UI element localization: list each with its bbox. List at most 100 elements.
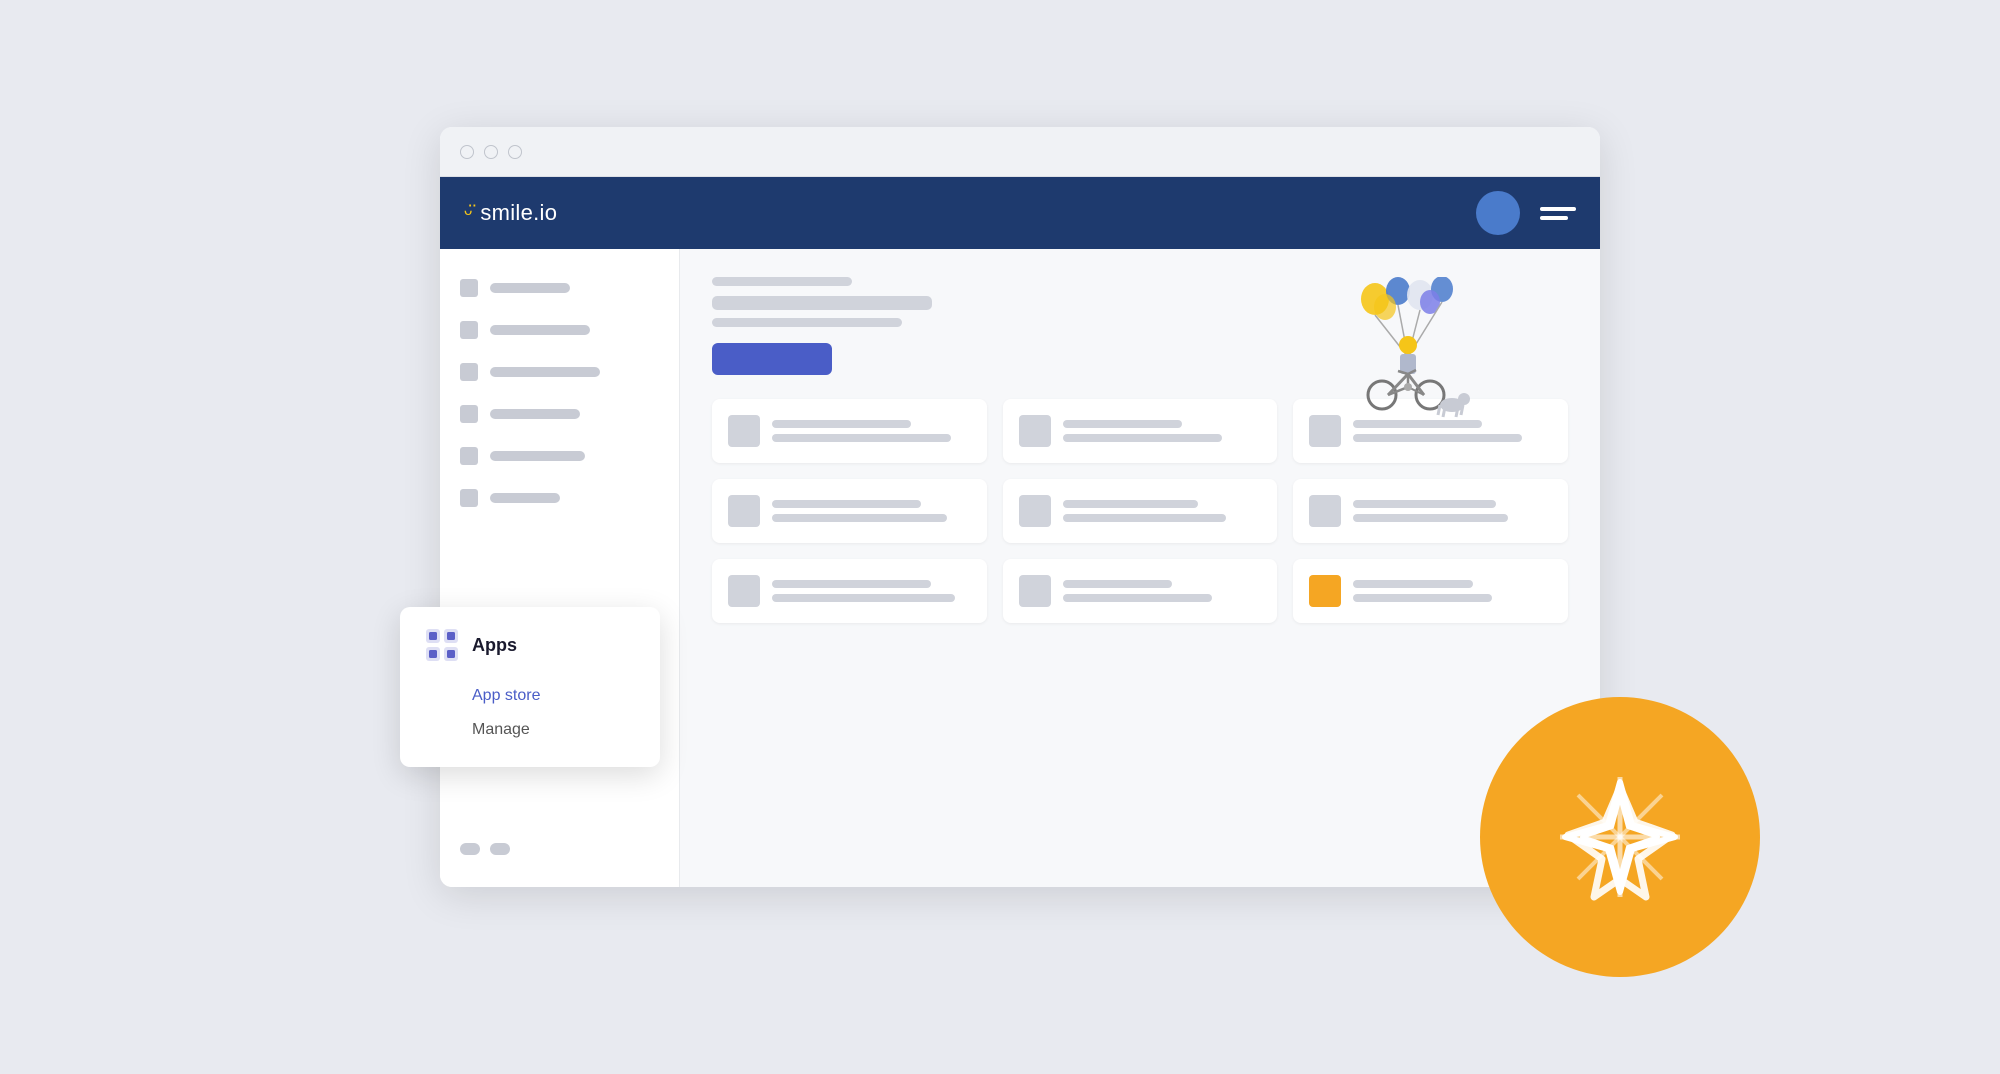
- star-icon: [1550, 767, 1690, 907]
- card-row: [1019, 495, 1262, 527]
- card-line-1: [1063, 420, 1182, 428]
- logo-text: smile.io: [480, 200, 557, 226]
- card-icon: [728, 495, 760, 527]
- card-row: [1019, 575, 1262, 607]
- apps-dropdown: Apps App store Manage: [400, 607, 660, 767]
- card-line-2: [1063, 434, 1222, 442]
- card-line-2: [1063, 594, 1212, 602]
- app-card[interactable]: [1293, 559, 1568, 623]
- card-text: [1063, 500, 1262, 522]
- app-card[interactable]: [1003, 479, 1278, 543]
- card-text: [1063, 420, 1262, 442]
- browser-dot-maximize: [508, 145, 522, 159]
- card-text: [772, 580, 971, 602]
- card-line-2: [772, 594, 955, 602]
- browser-window: ᵕ̈ smile.io: [440, 127, 1600, 887]
- card-line-2: [772, 514, 947, 522]
- browser-chrome: [440, 127, 1600, 177]
- sidebar-item[interactable]: [456, 441, 663, 471]
- menu-line-1: [1540, 207, 1576, 211]
- card-line-2: [1353, 434, 1522, 442]
- sidebar-item-text: [490, 367, 600, 377]
- card-row: [1019, 415, 1262, 447]
- card-line-1: [772, 580, 931, 588]
- card-row: [728, 575, 971, 607]
- card-line-2: [772, 434, 951, 442]
- sidebar-bottom-item: [490, 843, 510, 855]
- card-line-2: [1353, 514, 1508, 522]
- heading-line-2: [712, 296, 932, 310]
- card-line-2: [1063, 514, 1226, 522]
- sidebar-icon: [460, 405, 478, 423]
- cards-grid: [712, 399, 1568, 623]
- card-line-1: [772, 500, 921, 508]
- sidebar-bottom-item: [460, 843, 480, 855]
- dropdown-item-appstore[interactable]: App store: [424, 679, 636, 713]
- app-card[interactable]: [1293, 479, 1568, 543]
- card-row: [728, 415, 971, 447]
- logo-icon: ᵕ̈: [464, 202, 472, 224]
- browser-dot-close: [460, 145, 474, 159]
- scene: ᵕ̈ smile.io: [300, 127, 1700, 947]
- sidebar-icon: [460, 489, 478, 507]
- sidebar-item[interactable]: [456, 357, 663, 387]
- card-line-2: [1353, 594, 1492, 602]
- sidebar-bottom: [456, 835, 663, 863]
- dropdown-item-manage[interactable]: Manage: [424, 713, 636, 747]
- sidebar-item-text: [490, 451, 585, 461]
- card-icon: [1309, 495, 1341, 527]
- apps-icon: [424, 627, 460, 663]
- heading-line-1: [712, 277, 852, 286]
- sidebar-item-text: [490, 409, 580, 419]
- card-text: [1353, 500, 1552, 522]
- illustration: [1320, 277, 1490, 427]
- sidebar-item[interactable]: [456, 273, 663, 303]
- card-line-1: [1063, 580, 1172, 588]
- sidebar-item-text: [490, 325, 590, 335]
- app-card[interactable]: [712, 559, 987, 623]
- sidebar-icon: [460, 321, 478, 339]
- card-text: [1353, 580, 1552, 602]
- sidebar-item[interactable]: [456, 315, 663, 345]
- header-right: [1476, 191, 1576, 235]
- card-line-1: [1353, 580, 1472, 588]
- card-row: [1309, 575, 1552, 607]
- avatar: [1476, 191, 1520, 235]
- card-line-1: [772, 420, 911, 428]
- menu-line-2: [1540, 216, 1568, 220]
- sidebar-item[interactable]: [456, 483, 663, 513]
- card-icon: [728, 575, 760, 607]
- sidebar-item-text: [490, 493, 560, 503]
- card-icon: [1019, 415, 1051, 447]
- card-text: [1063, 580, 1262, 602]
- cyclist-illustration: [1320, 277, 1490, 427]
- sidebar-icon: [460, 279, 478, 297]
- card-icon: [1019, 495, 1051, 527]
- dropdown-header: Apps: [424, 627, 636, 663]
- app-card[interactable]: [1003, 399, 1278, 463]
- card-icon: [1019, 575, 1051, 607]
- heading-line-3: [712, 318, 902, 327]
- badge-circle: [1480, 697, 1760, 977]
- browser-dot-minimize: [484, 145, 498, 159]
- app-card[interactable]: [1003, 559, 1278, 623]
- logo-area: ᵕ̈ smile.io: [464, 200, 557, 226]
- card-line-1: [1353, 500, 1496, 508]
- apps-heading: Apps: [472, 635, 517, 656]
- sidebar-item[interactable]: [456, 399, 663, 429]
- card-text: [772, 420, 971, 442]
- sidebar-icon: [460, 447, 478, 465]
- card-icon-featured: [1309, 575, 1341, 607]
- card-icon: [728, 415, 760, 447]
- sidebar-item-text: [490, 283, 570, 293]
- card-text: [772, 500, 971, 522]
- app-card[interactable]: [712, 399, 987, 463]
- hamburger-menu[interactable]: [1540, 207, 1576, 220]
- sidebar: [440, 249, 680, 887]
- card-row: [1309, 495, 1552, 527]
- app-card[interactable]: [712, 479, 987, 543]
- app-header: ᵕ̈ smile.io: [440, 177, 1600, 249]
- cta-button[interactable]: [712, 343, 832, 375]
- card-line-1: [1063, 500, 1198, 508]
- card-row: [728, 495, 971, 527]
